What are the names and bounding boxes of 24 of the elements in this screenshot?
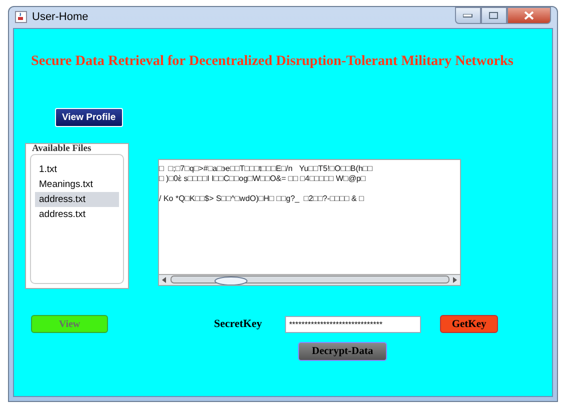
text-line: □ □;□7□q□>#□a□϶e□□T□□□t□□□E□/n Yu□□T5!□O□□B(h□□ <box>159 164 374 174</box>
get-key-button[interactable]: GetKey <box>440 315 498 333</box>
file-item[interactable]: address.txt <box>35 192 119 207</box>
window-title: User-Home <box>32 11 88 23</box>
text-line: □ )□0ὲ s□□□□I I□□C□□og□W□□O&= □□ □4□□□□□ W□@p□ <box>159 174 367 184</box>
maximize-icon <box>489 12 499 20</box>
secret-key-field[interactable]: ****************************** <box>285 316 422 332</box>
file-item[interactable]: address.txt <box>35 207 119 222</box>
close-icon <box>524 11 534 20</box>
text-line: / Ko *Q□K□□$> S□□^□wdO)□H□ □□g?_ □2□□?-□□□□ & □ <box>159 194 365 204</box>
file-item[interactable]: Meanings.txt <box>35 177 119 192</box>
page-heading: Secure Data Retrieval for Decentralized Disruption-Tolerant Military Networks <box>31 53 514 70</box>
text-area[interactable]: □ □;□7□q□>#□a□϶e□□T□□□t□□□E□/n Yu□□T5!□O□□B(h□□ □ )□0ὲ s□□□□I I□□C□□og□W□□O&= □□ □4□□□□□ W□@p□ / Ko *Q□K□□$> S□□^□wdO)□H□ □□g?_ □2□□?-□□□□ & □ <box>158 159 461 286</box>
minimize-icon <box>463 14 473 18</box>
view-profile-button[interactable]: View Profile <box>55 108 123 127</box>
file-item[interactable]: 1.txt <box>35 162 119 177</box>
panel-title: Available Files <box>31 144 92 154</box>
decrypt-data-button[interactable]: Decrypt-Data <box>298 342 387 361</box>
maximize-button[interactable] <box>481 7 507 24</box>
horizontal-scrollbar[interactable] <box>159 274 460 285</box>
close-button[interactable] <box>507 7 551 24</box>
minimize-button[interactable] <box>455 7 481 24</box>
coffee-cup-icon <box>15 11 27 23</box>
field-label: SecretKey <box>214 318 262 330</box>
